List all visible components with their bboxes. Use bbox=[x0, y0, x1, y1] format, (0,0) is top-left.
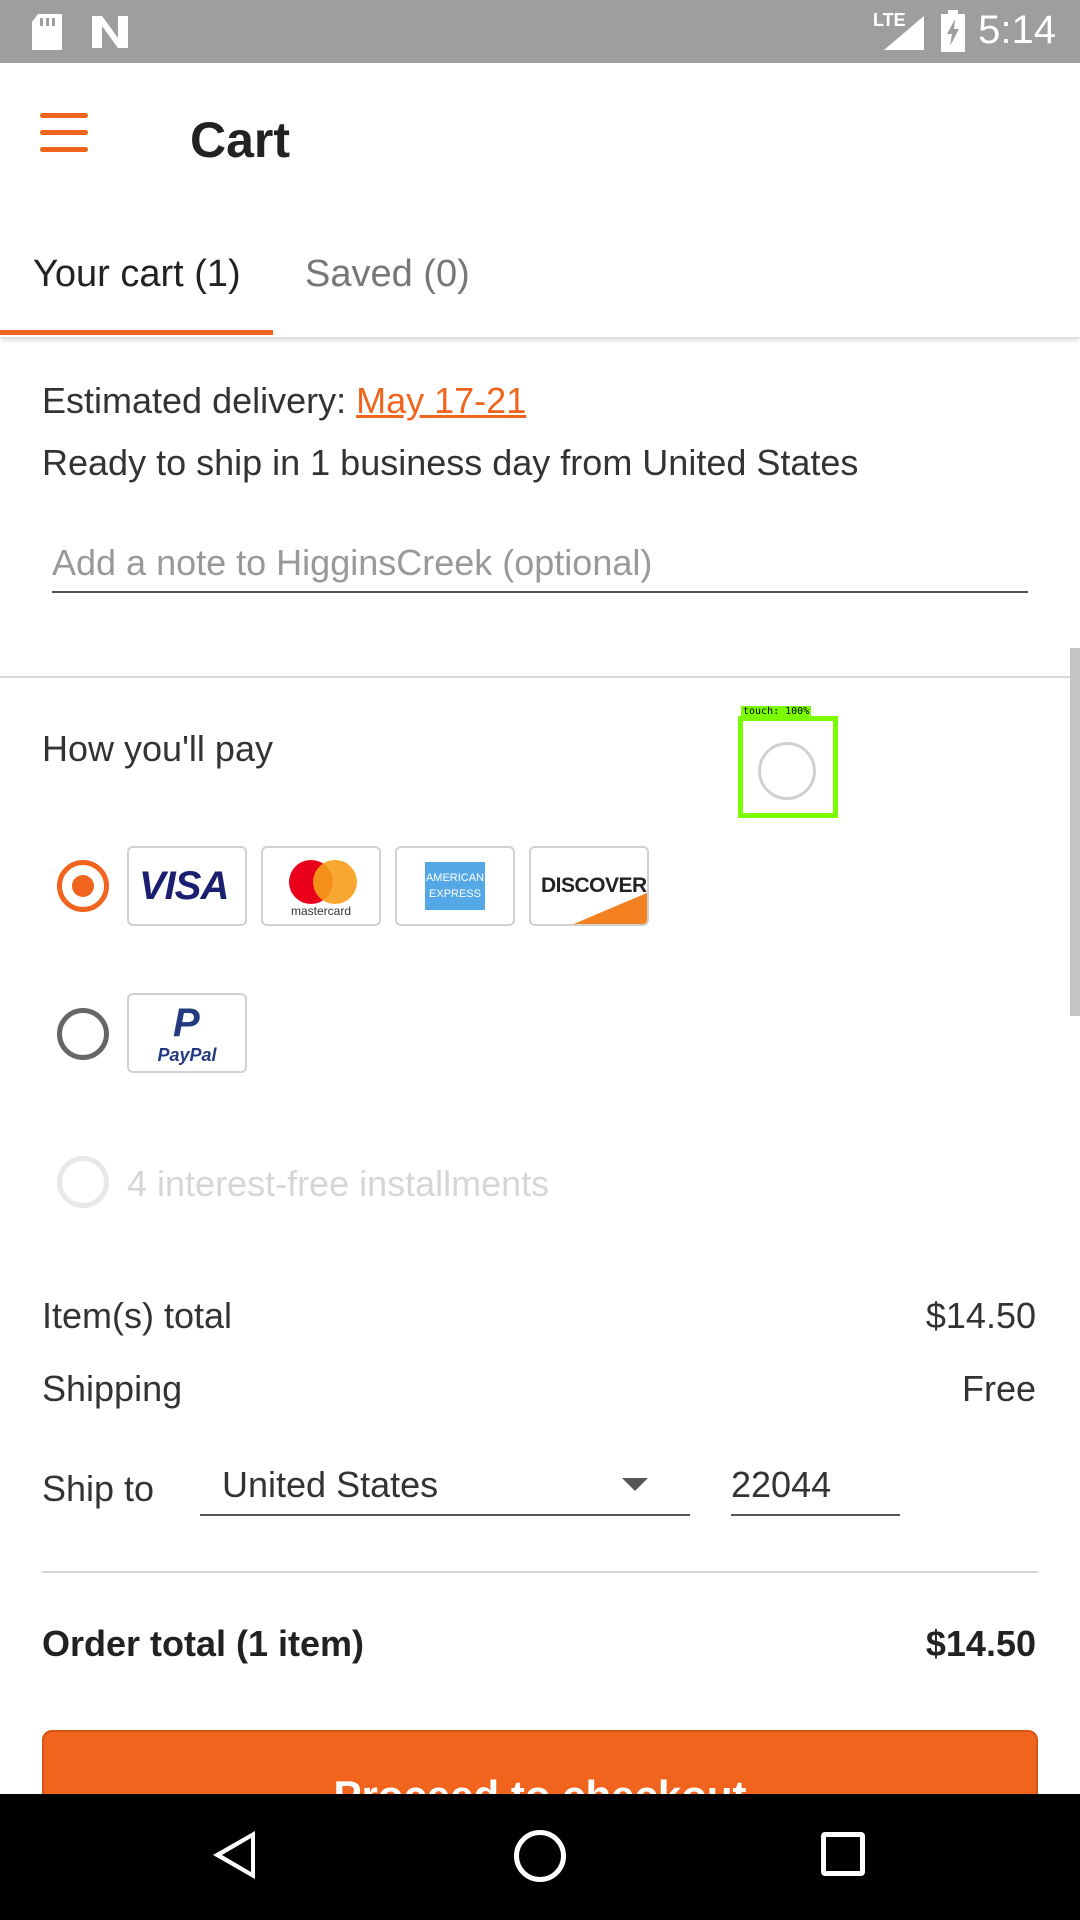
paypal-mark: P bbox=[173, 1001, 200, 1045]
clock: 5:14 bbox=[978, 8, 1056, 52]
totals-divider bbox=[42, 1571, 1038, 1573]
sd-card-icon bbox=[32, 14, 62, 50]
radio-pay-with-card[interactable] bbox=[57, 860, 109, 912]
status-bar: LTE 5:14 bbox=[0, 0, 1080, 63]
paypal-icon: P PayPal bbox=[127, 993, 247, 1073]
system-nav-bar bbox=[0, 1794, 1080, 1920]
seller-note-input[interactable] bbox=[52, 535, 1028, 593]
amex-icon: AMERICAN EXPRESS bbox=[395, 846, 515, 926]
signal-icon bbox=[884, 16, 924, 50]
scrollbar[interactable] bbox=[1070, 648, 1080, 1016]
ship-to-label: Ship to bbox=[42, 1468, 155, 1509]
dropdown-arrow-icon bbox=[622, 1478, 648, 1491]
country-value: United States bbox=[222, 1464, 439, 1505]
estimated-delivery-label: Estimated delivery: bbox=[42, 380, 357, 421]
tab-bar: Your cart (1) Saved (0) bbox=[0, 213, 1080, 338]
order-total-value: $14.50 bbox=[925, 1623, 1036, 1664]
zip-code-value: 22044 bbox=[731, 1464, 832, 1505]
discover-icon: DISCOVER bbox=[529, 846, 649, 926]
paypal-logo-text: PayPal bbox=[157, 1045, 217, 1065]
shipping-label: Shipping bbox=[42, 1368, 183, 1409]
country-dropdown[interactable]: United States bbox=[200, 1456, 690, 1516]
battery-icon bbox=[941, 10, 965, 52]
active-tab-indicator bbox=[0, 330, 273, 335]
estimated-delivery: Estimated delivery: May 17-21 bbox=[42, 380, 526, 422]
payment-section-title: How you'll pay bbox=[42, 728, 273, 769]
home-icon[interactable] bbox=[514, 1830, 566, 1882]
section-divider bbox=[0, 676, 1080, 678]
recent-apps-icon[interactable] bbox=[821, 1832, 865, 1876]
menu-icon[interactable] bbox=[40, 113, 100, 163]
tab-saved[interactable]: Saved (0) bbox=[305, 253, 470, 296]
delivery-date-link[interactable]: May 17-21 bbox=[356, 380, 526, 421]
items-total-value: $14.50 bbox=[925, 1295, 1036, 1336]
visa-logo-text: VISA bbox=[139, 864, 229, 908]
discover-logo-text: DISCOVER bbox=[541, 874, 647, 897]
installments-label: 4 interest-free installments bbox=[127, 1163, 550, 1204]
order-total-label: Order total (1 item) bbox=[42, 1623, 365, 1664]
back-icon-inner bbox=[222, 1838, 251, 1872]
mastercard-icon: mastercard bbox=[261, 846, 381, 926]
shipping-value: Free bbox=[961, 1368, 1036, 1409]
zip-code-field[interactable]: 22044 bbox=[731, 1456, 900, 1516]
app-bar: Cart bbox=[0, 63, 1080, 213]
radio-installments bbox=[57, 1156, 109, 1208]
ship-ready-text: Ready to ship in 1 business day from Uni… bbox=[42, 442, 859, 483]
radio-pay-with-paypal[interactable] bbox=[57, 1008, 109, 1060]
amex-logo-text: AMERICAN EXPRESS bbox=[425, 862, 485, 910]
tab-your-cart[interactable]: Your cart (1) bbox=[33, 253, 241, 296]
mastercard-logo-text: mastercard bbox=[290, 904, 352, 918]
touch-indicator-circle bbox=[758, 742, 816, 800]
items-total-label: Item(s) total bbox=[42, 1295, 233, 1336]
page-title: Cart bbox=[190, 112, 291, 168]
notification-n-icon bbox=[92, 16, 128, 48]
visa-icon: VISA bbox=[127, 846, 247, 926]
